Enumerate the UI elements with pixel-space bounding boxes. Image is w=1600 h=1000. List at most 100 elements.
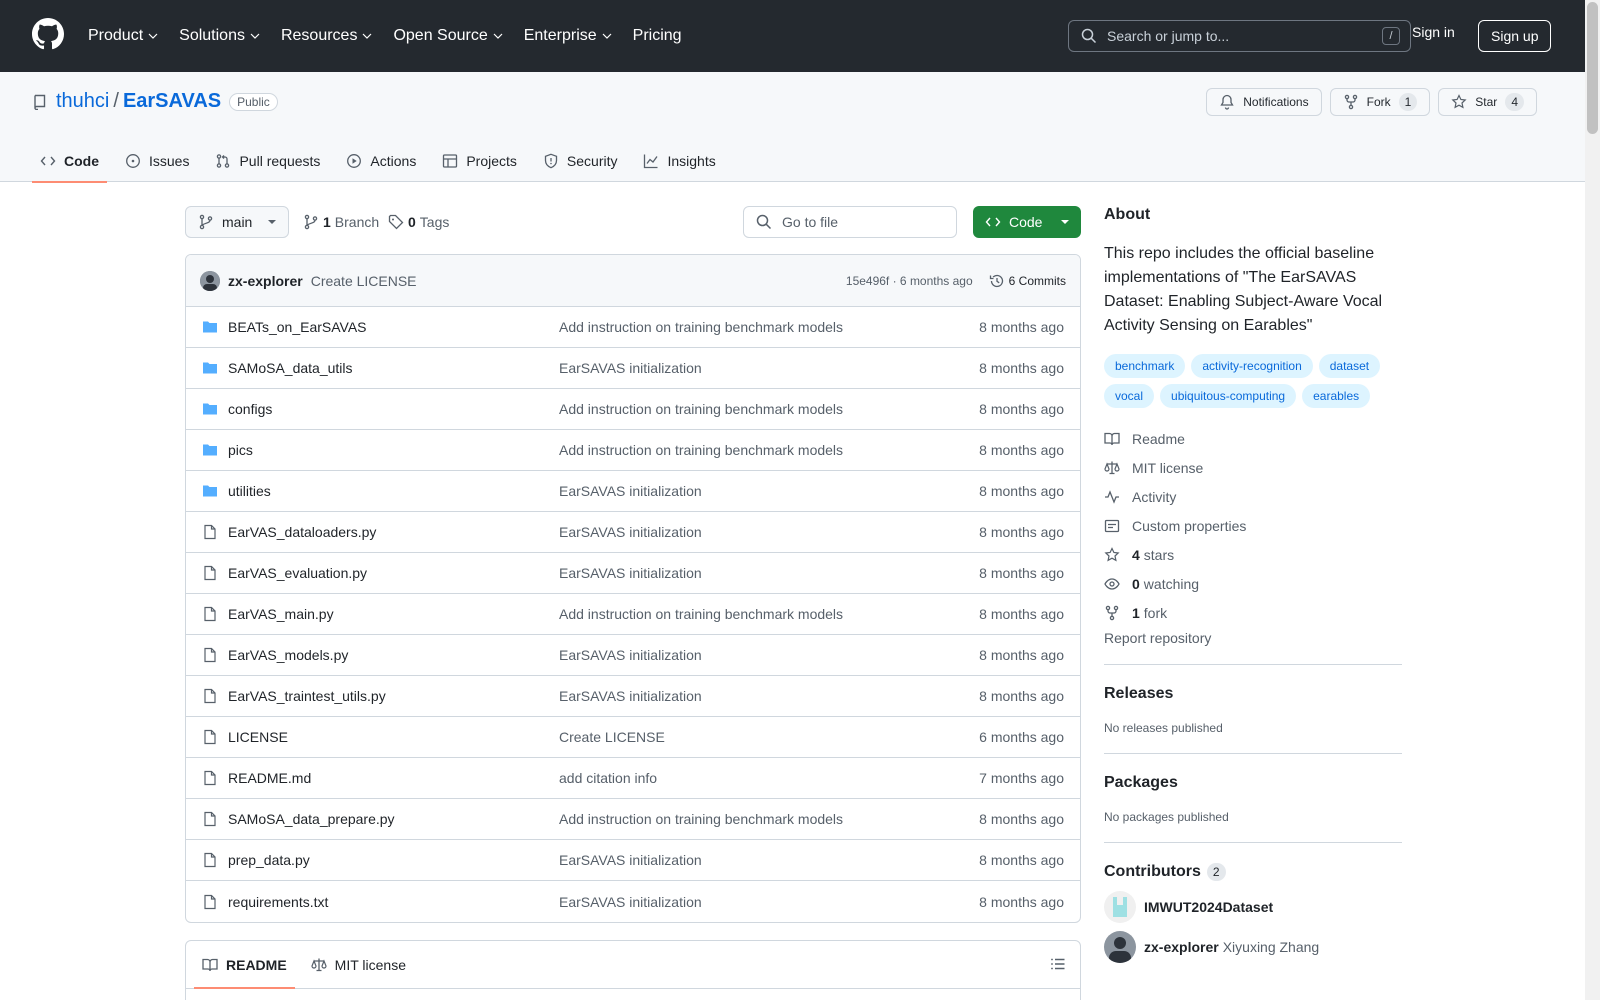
- topic-tag[interactable]: vocal: [1104, 384, 1155, 408]
- topic-tag[interactable]: earables: [1302, 384, 1371, 408]
- file-commit-message[interactable]: EarSAVAS initialization: [559, 360, 979, 376]
- file-name[interactable]: prep_data.py: [228, 852, 559, 868]
- forks-link[interactable]: 1 fork: [1104, 598, 1402, 627]
- topic-tag[interactable]: activity-recognition: [1191, 354, 1313, 378]
- nav-open-source[interactable]: Open Source: [393, 27, 513, 45]
- tab-issues[interactable]: Issues: [117, 140, 197, 182]
- license-link[interactable]: MIT license: [1104, 453, 1402, 482]
- file-commit-message[interactable]: EarSAVAS initialization: [559, 688, 979, 704]
- scrollbar-thumb[interactable]: [1587, 2, 1598, 134]
- contributor-item[interactable]: IMWUT2024Dataset: [1104, 891, 1402, 923]
- file-commit-message[interactable]: add citation info: [559, 770, 979, 786]
- tab-pull-requests[interactable]: Pull requests: [207, 140, 328, 182]
- tab-security[interactable]: Security: [535, 140, 626, 182]
- table-row[interactable]: utilities EarSAVAS initialization 8 months…: [186, 471, 1080, 512]
- nav-product[interactable]: Product: [88, 27, 169, 45]
- nav-resources[interactable]: Resources: [281, 27, 383, 45]
- file-commit-message[interactable]: Add instruction on training benchmark mo…: [559, 319, 979, 335]
- file-name[interactable]: EarVAS_models.py: [228, 647, 559, 663]
- file-name[interactable]: README.md: [228, 770, 559, 786]
- file-commit-message[interactable]: Add instruction on training benchmark mo…: [559, 401, 979, 417]
- table-row[interactable]: BEATs_on_EarSAVAS Add instruction on trai…: [186, 307, 1080, 348]
- file-name[interactable]: EarVAS_evaluation.py: [228, 565, 559, 581]
- github-logo-icon[interactable]: [32, 18, 64, 50]
- stars-link[interactable]: 4 stars: [1104, 540, 1402, 569]
- file-commit-message[interactable]: EarSAVAS initialization: [559, 565, 979, 581]
- file-commit-message[interactable]: Add instruction on training benchmark mo…: [559, 811, 979, 827]
- page-scrollbar[interactable]: [1585, 0, 1600, 1000]
- tags-link[interactable]: 0 Tags: [388, 214, 449, 230]
- file-name[interactable]: EarVAS_main.py: [228, 606, 559, 622]
- file-name[interactable]: pics: [228, 442, 559, 458]
- topic-tag[interactable]: ubiquitous-computing: [1160, 384, 1297, 408]
- table-row[interactable]: EarVAS_traintest_utils.py EarSAVAS initia…: [186, 676, 1080, 717]
- file-commit-message[interactable]: Add instruction on training benchmark mo…: [559, 606, 979, 622]
- file-commit-message[interactable]: Create LICENSE: [559, 729, 979, 745]
- repo-owner-link[interactable]: thuhci: [56, 90, 109, 113]
- tab-projects[interactable]: Projects: [434, 140, 525, 182]
- table-row[interactable]: EarVAS_main.py Add instruction on trainin…: [186, 594, 1080, 635]
- file-name[interactable]: utilities: [228, 483, 559, 499]
- activity-link[interactable]: Activity: [1104, 482, 1402, 511]
- tab-insights[interactable]: Insights: [635, 140, 723, 182]
- readme-link[interactable]: Readme: [1104, 424, 1402, 453]
- repo-name-link[interactable]: EarSAVAS: [123, 90, 221, 113]
- star-button[interactable]: Star 4: [1438, 88, 1537, 116]
- table-row[interactable]: configs Add instruction on training bench…: [186, 389, 1080, 430]
- table-row[interactable]: pics Add instruction on training benchmar…: [186, 430, 1080, 471]
- sign-in-link[interactable]: Sign in: [1412, 24, 1455, 40]
- file-name[interactable]: SAMoSA_data_utils: [228, 360, 559, 376]
- file-commit-message[interactable]: EarSAVAS initialization: [559, 647, 979, 663]
- topic-tag[interactable]: dataset: [1318, 354, 1381, 378]
- commit-message[interactable]: Create LICENSE: [311, 273, 417, 289]
- table-row[interactable]: README.md add citation info 7 months ago: [186, 758, 1080, 799]
- contributors-heading[interactable]: Contributors: [1104, 863, 1201, 881]
- nav-solutions[interactable]: Solutions: [179, 27, 271, 45]
- table-row[interactable]: EarVAS_dataloaders.py EarSAVAS initializa…: [186, 512, 1080, 553]
- tab-readme[interactable]: README: [194, 941, 295, 989]
- packages-heading[interactable]: Packages: [1104, 774, 1402, 792]
- table-row[interactable]: LICENSE Create LICENSE 6 months ago: [186, 717, 1080, 758]
- table-row[interactable]: EarVAS_evaluation.py EarSAVAS initializat…: [186, 553, 1080, 594]
- tab-actions[interactable]: Actions: [338, 140, 424, 182]
- file-commit-message[interactable]: EarSAVAS initialization: [559, 852, 979, 868]
- branch-selector[interactable]: main: [185, 206, 289, 238]
- notifications-button[interactable]: Notifications: [1206, 88, 1322, 116]
- nav-pricing[interactable]: Pricing: [633, 27, 692, 45]
- report-repository-link[interactable]: Report repository: [1104, 630, 1402, 646]
- file-name[interactable]: BEATs_on_EarSAVAS: [228, 319, 559, 335]
- releases-heading[interactable]: Releases: [1104, 685, 1402, 703]
- file-name[interactable]: LICENSE: [228, 729, 559, 745]
- list-icon[interactable]: [1050, 956, 1066, 972]
- table-row[interactable]: SAMoSA_data_prepare.py Add instruction on…: [186, 799, 1080, 840]
- code-button[interactable]: Code: [973, 206, 1081, 238]
- avatar[interactable]: [200, 270, 220, 291]
- topic-tag[interactable]: benchmark: [1104, 354, 1186, 378]
- sign-up-button[interactable]: Sign up: [1478, 20, 1552, 52]
- custom-properties-link[interactable]: Custom properties: [1104, 511, 1402, 540]
- file-commit-message[interactable]: EarSAVAS initialization: [559, 894, 979, 910]
- fork-button[interactable]: Fork 1: [1329, 88, 1431, 116]
- table-row[interactable]: EarVAS_models.py EarSAVAS initialization 8…: [186, 635, 1080, 676]
- table-row[interactable]: SAMoSA_data_utils EarSAVAS initialization…: [186, 348, 1080, 389]
- contributor-item[interactable]: zx-explorer Xiyuxing Zhang: [1104, 931, 1402, 963]
- table-row[interactable]: requirements.txt EarSAVAS initialization 8…: [186, 881, 1080, 922]
- file-name[interactable]: requirements.txt: [228, 894, 559, 910]
- branches-link[interactable]: 1 Branch: [303, 214, 379, 230]
- table-row[interactable]: prep_data.py EarSAVAS initialization 8 mon…: [186, 840, 1080, 881]
- file-name[interactable]: EarVAS_traintest_utils.py: [228, 688, 559, 704]
- tab-code[interactable]: Code: [32, 140, 107, 183]
- commit-author[interactable]: zx-explorer: [228, 273, 303, 289]
- go-to-file-input[interactable]: Go to file: [743, 206, 957, 238]
- commits-history-link[interactable]: 6 Commits: [989, 273, 1066, 289]
- file-name[interactable]: configs: [228, 401, 559, 417]
- watching-link[interactable]: 0 watching: [1104, 569, 1402, 598]
- global-search-input[interactable]: Search or jump to... /: [1068, 20, 1411, 52]
- file-commit-message[interactable]: EarSAVAS initialization: [559, 483, 979, 499]
- file-name[interactable]: EarVAS_dataloaders.py: [228, 524, 559, 540]
- commit-sha-time[interactable]: 15e496f · 6 months ago: [846, 274, 973, 288]
- tab-license[interactable]: MIT license: [303, 941, 414, 988]
- nav-enterprise[interactable]: Enterprise: [524, 27, 623, 45]
- file-name[interactable]: SAMoSA_data_prepare.py: [228, 811, 559, 827]
- file-commit-message[interactable]: Add instruction on training benchmark mo…: [559, 442, 979, 458]
